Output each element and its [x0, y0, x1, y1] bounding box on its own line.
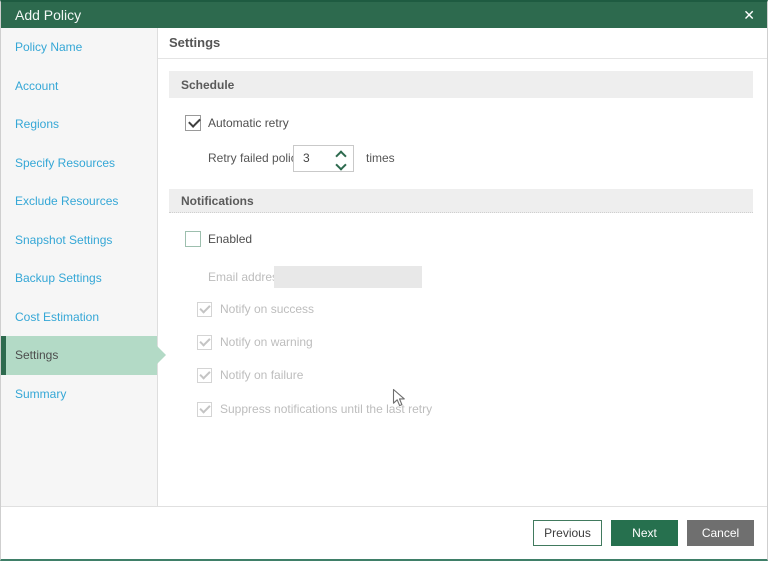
notifications-enabled-row: Enabled — [185, 230, 252, 247]
dialog-body: Policy Name Account Regions Specify Reso… — [1, 28, 767, 506]
retry-times-label: times — [366, 151, 395, 165]
dialog-title: Add Policy — [15, 7, 82, 23]
notify-on-success-label: Notify on success — [220, 302, 315, 316]
sidebar-item-label: Exclude Resources — [15, 194, 119, 209]
active-step-arrow — [157, 346, 166, 365]
add-policy-dialog: Add Policy ✕ Policy Name Account Regions… — [0, 0, 768, 561]
notifications-section-label: Notifications — [181, 193, 254, 208]
notify-on-failure-row: Notify on failure — [197, 367, 303, 383]
sidebar-item-summary[interactable]: Summary — [1, 375, 157, 414]
previous-button[interactable]: Previous — [533, 520, 602, 546]
schedule-section-label: Schedule — [181, 77, 235, 92]
notify-on-failure-checkbox — [197, 367, 212, 383]
sidebar-item-specify-resources[interactable]: Specify Resources — [1, 144, 157, 183]
sidebar-item-exclude-resources[interactable]: Exclude Resources — [1, 182, 157, 221]
notifications-enabled-label: Enabled — [208, 231, 253, 246]
sidebar-item-settings[interactable]: Settings — [1, 336, 166, 375]
sidebar-item-label: Specify Resources — [15, 155, 116, 170]
spinner-buttons — [336, 150, 344, 170]
notify-on-failure-label: Notify on failure — [220, 368, 304, 382]
dialog-titlebar: Add Policy ✕ — [1, 2, 767, 28]
sidebar-item-label: Regions — [15, 117, 60, 132]
automatic-retry-label: Automatic retry — [208, 115, 289, 130]
sidebar-item-snapshot-settings[interactable]: Snapshot Settings — [1, 221, 157, 260]
close-icon[interactable]: ✕ — [743, 8, 755, 22]
next-button[interactable]: Next — [611, 520, 678, 546]
notify-on-warning-checkbox — [197, 334, 212, 350]
sidebar-item-policy-name[interactable]: Policy Name — [1, 28, 157, 67]
retry-count-value: 3 — [303, 151, 310, 165]
sidebar-item-regions[interactable]: Regions — [1, 105, 157, 144]
sidebar-item-label: Settings — [15, 348, 59, 363]
sidebar-item-backup-settings[interactable]: Backup Settings — [1, 259, 157, 298]
wizard-steps-sidebar: Policy Name Account Regions Specify Reso… — [1, 28, 166, 506]
suppress-notifications-label: Suppress notifications until the last re… — [220, 402, 433, 416]
dialog-footer: Previous Next Cancel — [1, 506, 767, 559]
sidebar-item-label: Snapshot Settings — [15, 232, 113, 247]
notifications-enabled-checkbox[interactable] — [185, 230, 201, 247]
sidebar-item-account[interactable]: Account — [1, 67, 157, 106]
notifications-section-header: Notifications — [169, 189, 753, 213]
notify-on-warning-row: Notify on warning — [197, 334, 313, 350]
sidebar-item-label: Cost Estimation — [15, 309, 100, 324]
suppress-notifications-checkbox — [197, 401, 212, 417]
automatic-retry-checkbox[interactable] — [185, 114, 201, 131]
email-address-input — [274, 266, 422, 288]
page-title: Settings — [169, 35, 221, 50]
sidebar-item-label: Account — [15, 78, 59, 93]
notify-on-warning-label: Notify on warning — [220, 335, 313, 349]
cancel-button[interactable]: Cancel — [687, 520, 754, 546]
title-divider — [158, 58, 767, 59]
schedule-section-header: Schedule — [169, 71, 753, 98]
sidebar-item-label: Backup Settings — [15, 271, 102, 286]
chevron-down-icon[interactable] — [336, 162, 344, 170]
notify-on-success-row: Notify on success — [197, 301, 314, 317]
notify-on-success-checkbox — [197, 301, 212, 317]
suppress-notifications-row: Suppress notifications until the last re… — [197, 401, 432, 417]
retry-count-spinner[interactable]: 3 — [293, 145, 354, 172]
automatic-retry-row: Automatic retry — [185, 114, 289, 131]
sidebar-item-cost-estimation[interactable]: Cost Estimation — [1, 298, 157, 337]
retry-failed-policy-label: Retry failed policy: — [208, 151, 307, 165]
sidebar-item-label: Policy Name — [15, 40, 83, 55]
sidebar-item-label: Summary — [15, 386, 67, 401]
settings-panel: Settings Schedule Automatic retry Retry … — [158, 28, 767, 506]
chevron-up-icon[interactable] — [336, 150, 344, 158]
